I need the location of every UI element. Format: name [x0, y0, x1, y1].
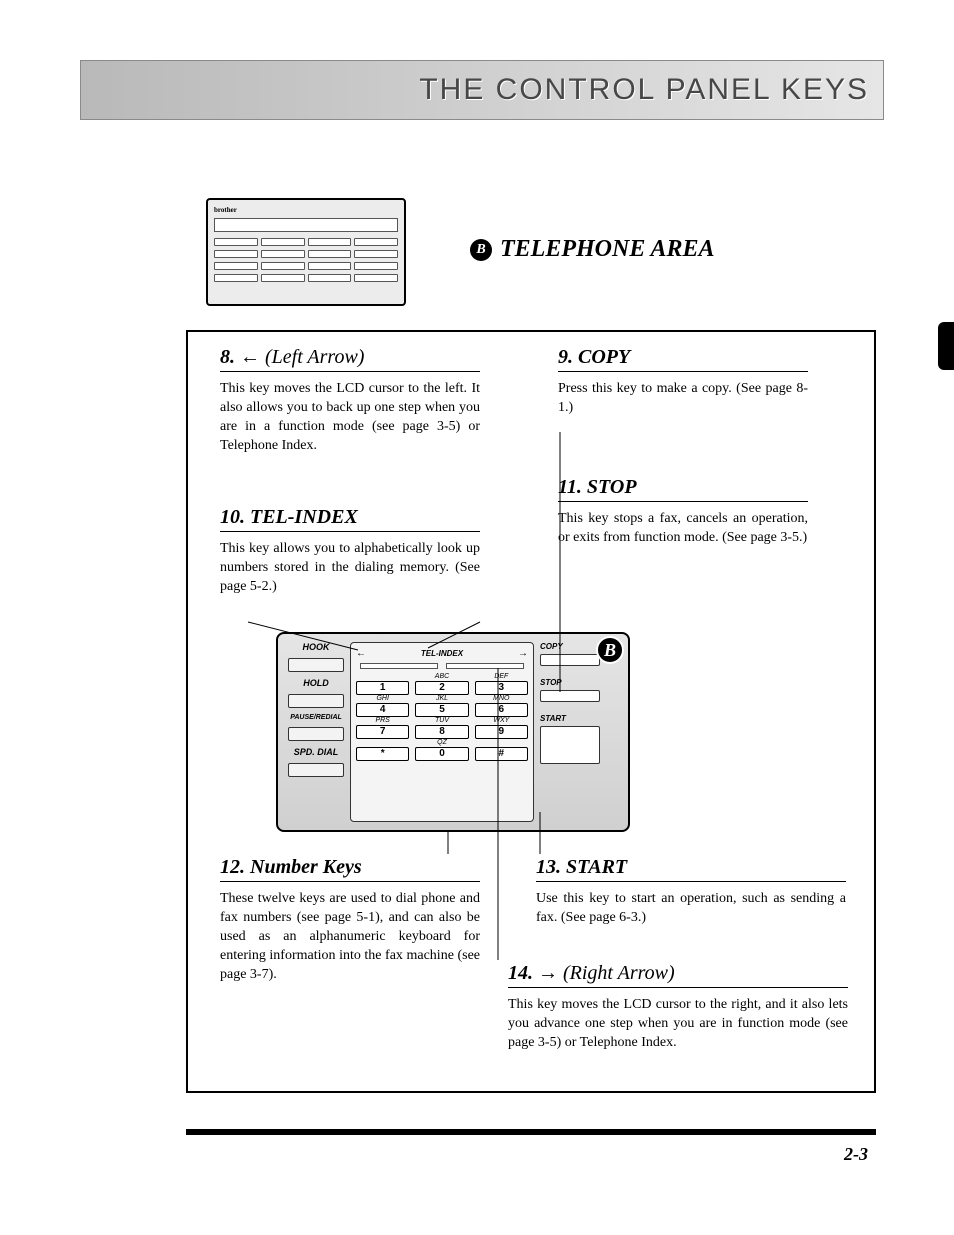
number-key: 8 [415, 725, 468, 739]
b-badge-icon: B [470, 239, 492, 261]
number-key: # [475, 747, 528, 761]
copy-label: COPY [540, 642, 563, 651]
header-title: THE CONTROL PANEL KEYS [419, 73, 869, 107]
stop-key [540, 690, 600, 702]
key-letters: QZ [437, 739, 447, 747]
number-key: * [356, 747, 409, 761]
section-tab [938, 322, 954, 370]
section-13-num: 13. START [536, 856, 627, 878]
section-11-body: This key stops a fax, cancels an operati… [558, 510, 808, 548]
area-title-text: TELEPHONE AREA [500, 236, 714, 263]
section-9-body: Press this key to make a copy. (See page… [558, 380, 808, 418]
hook-label: HOOK [288, 642, 344, 652]
hold-label: HOLD [288, 678, 344, 688]
section-12-num: 12. Number Keys [220, 856, 362, 878]
spd-dial-key [288, 763, 344, 777]
number-key: 5 [415, 703, 468, 717]
section-10-num: 10. TEL-INDEX [220, 506, 358, 528]
panel-thumbnail: brother [206, 198, 406, 306]
copy-key [540, 654, 600, 666]
pause-redial-label: PAUSE/REDIAL [288, 714, 344, 721]
key-letters: MNO [493, 695, 509, 703]
section-11-num: 11. STOP [558, 476, 637, 498]
pause-redial-key [288, 727, 344, 741]
section-14-num: 14. [508, 962, 533, 984]
section-9-num: 9. COPY [558, 346, 630, 368]
b-badge-icon: B [596, 636, 624, 664]
stop-label: STOP [540, 678, 562, 687]
section-12: 12. Number Keys These twelve keys are us… [220, 856, 480, 984]
hold-key [288, 694, 344, 708]
number-key: 6 [475, 703, 528, 717]
start-label: START [540, 714, 566, 723]
section-11: 11. STOP This key stops a fax, cancels a… [558, 476, 808, 548]
key-letters: WXY [493, 717, 509, 725]
section-14: 14. → (Right Arrow) This key moves the L… [508, 962, 848, 1053]
key-letters: ABC [435, 673, 449, 681]
number-key: 4 [356, 703, 409, 717]
footer-rule [186, 1129, 876, 1135]
key-letters: GHI [376, 695, 388, 703]
number-key: 7 [356, 725, 409, 739]
section-8: 8. ← (Left Arrow) This key moves the LCD… [220, 346, 480, 456]
section-14-paren: (Right Arrow) [563, 962, 675, 984]
key-letters: PRS [375, 717, 389, 725]
section-13: 13. START Use this key to start an opera… [536, 856, 846, 928]
section-8-num: 8. [220, 346, 235, 368]
section-13-body: Use this key to start an operation, such… [536, 890, 846, 928]
area-title: B TELEPHONE AREA [470, 236, 714, 263]
section-9: 9. COPY Press this key to make a copy. (… [558, 346, 808, 418]
spd-dial-label: SPD. DIAL [288, 747, 344, 757]
section-10: 10. TEL-INDEX This key allows you to alp… [220, 506, 480, 597]
key-letters: TUV [435, 717, 449, 725]
number-key: 0 [415, 747, 468, 761]
thumb-brand: brother [214, 206, 398, 214]
keypad-right-arrow-icon: → [518, 648, 528, 659]
key-letters: JKL [436, 695, 448, 703]
hook-key [288, 658, 344, 672]
tel-index-label: TEL-INDEX [421, 649, 463, 658]
keypad-left-arrow-icon: ← [356, 648, 366, 659]
page-number: 2-3 [844, 1144, 868, 1165]
number-key: 9 [475, 725, 528, 739]
section-12-body: These twelve keys are used to dial phone… [220, 890, 480, 984]
page-header: THE CONTROL PANEL KEYS [80, 60, 884, 120]
callout-frame: 8. ← (Left Arrow) This key moves the LCD… [186, 330, 876, 1093]
keypad-diagram: HOOK HOLD PAUSE/REDIAL SPD. DIAL ← TEL-I… [276, 632, 630, 832]
number-key: 1 [356, 681, 409, 695]
left-arrow-icon: ← [240, 346, 260, 368]
right-arrow-icon: → [538, 962, 558, 984]
section-14-body: This key moves the LCD cursor to the rig… [508, 996, 848, 1053]
section-8-body: This key moves the LCD cursor to the lef… [220, 380, 480, 456]
key-letters: DEF [494, 673, 508, 681]
number-key: 3 [475, 681, 528, 695]
start-key [540, 726, 600, 764]
number-key: 2 [415, 681, 468, 695]
section-8-paren: (Left Arrow) [265, 346, 364, 368]
section-10-body: This key allows you to alphabetically lo… [220, 540, 480, 597]
